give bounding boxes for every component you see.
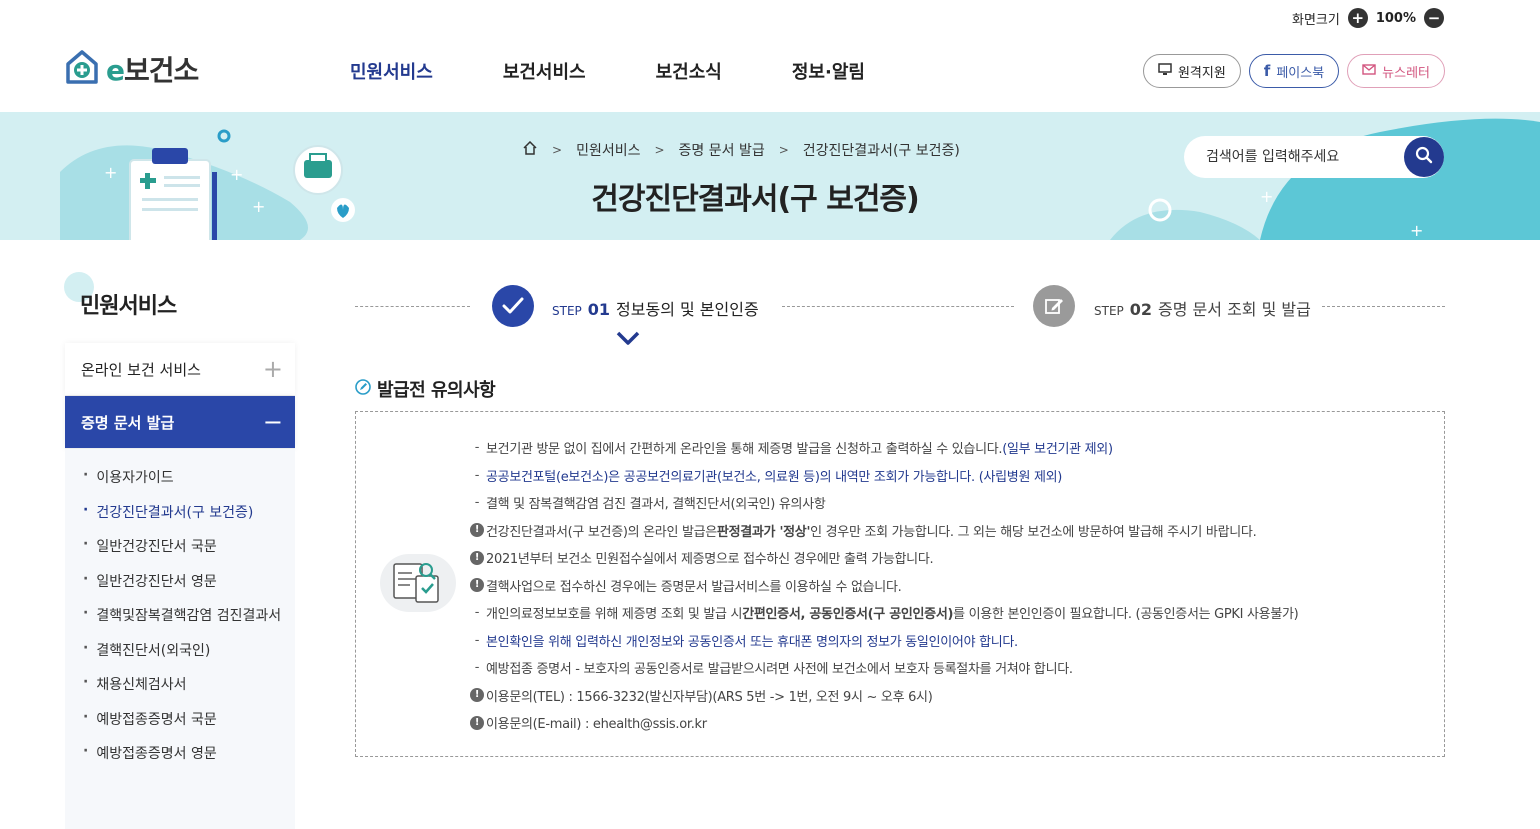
nav-item-news[interactable]: 보건소식 — [656, 58, 722, 84]
step-divider — [782, 306, 1014, 307]
pencil-icon — [355, 378, 371, 400]
zoom-out-button[interactable]: − — [1424, 8, 1444, 28]
sidebar-title: 민원서비스 — [80, 294, 177, 319]
mail-icon — [1362, 63, 1376, 79]
nav-item-civil-service[interactable]: 민원서비스 — [350, 58, 433, 84]
submenu-item-vaccination-kr[interactable]: 예방접종증명서 국문 — [83, 709, 295, 744]
facebook-label: 페이스북 — [1276, 65, 1325, 81]
document-search-icon — [380, 554, 456, 612]
submenu-item-vaccination-en[interactable]: 예방접종증명서 영문 — [83, 743, 295, 778]
search-icon — [1415, 146, 1433, 168]
submenu-item-health-certificate[interactable]: 건강진단결과서(구 보건증) — [83, 502, 295, 537]
zoom-value: 100% — [1375, 10, 1416, 26]
step-divider — [355, 306, 470, 307]
breadcrumb-item-civil-service[interactable]: 민원서비스 — [576, 140, 640, 160]
minus-icon: − — [262, 408, 283, 436]
submenu-item-user-guide[interactable]: 이용자가이드 — [83, 467, 295, 502]
notice-item: - 공공보건포털(e보건소)은 공공보건의료기관(보건소, 의료원 등)의 내역만… — [468, 462, 1428, 490]
notice-item: ! 이용문의(E-mail) : ehealth@ssis.or.kr — [468, 709, 1428, 737]
plus-icon: + — [262, 355, 283, 383]
newsletter-button[interactable]: 뉴스레터 — [1347, 54, 1445, 88]
dash-marker: - — [474, 632, 480, 648]
step-active-arrow-icon — [616, 330, 640, 349]
nav-item-health-service[interactable]: 보건서비스 — [503, 58, 586, 84]
dash-marker: - — [474, 605, 480, 621]
exclamation-icon: ! — [470, 578, 484, 593]
search-input[interactable] — [1206, 149, 1396, 165]
breadcrumb-item-certificates[interactable]: 증명 문서 발급 — [679, 140, 765, 160]
main-nav: 민원서비스 보건서비스 보건소식 정보·알림 — [350, 58, 865, 84]
sidebar-nav: 온라인 보건 서비스 + 증명 문서 발급 − 이용자가이드 건강진단결과서(구… — [65, 343, 295, 829]
submenu-item-general-kr[interactable]: 일반건강진단서 국문 — [83, 536, 295, 571]
exclamation-icon: ! — [470, 715, 484, 730]
dash-marker: - — [474, 467, 480, 483]
site-logo[interactable]: e보건소 — [64, 48, 199, 90]
dash-marker: - — [474, 440, 480, 456]
submenu-item-tb-result[interactable]: 결핵및잠복결핵감염 검진결과서 — [83, 605, 295, 640]
notice-item: - 결핵 및 잠복결핵감염 검진 결과서, 결핵진단서(외국인) 유의사항 — [468, 489, 1428, 517]
nav-item-info[interactable]: 정보·알림 — [792, 58, 865, 84]
notice-item: - 개인의료정보보호를 위해 제증명 조회 및 발급 시 간편인증서, 공동인증서… — [468, 599, 1428, 627]
notice-item: - 예방접종 증명서 - 보호자의 공동인증서로 발급받으시려면 사전에 보건소에… — [468, 654, 1428, 682]
newsletter-label: 뉴스레터 — [1382, 65, 1430, 81]
notice-title: 발급전 유의사항 — [355, 376, 496, 402]
chevron-right-icon: > — [654, 143, 665, 157]
notice-box: - 보건기관 방문 없이 집에서 간편하게 온라인을 통해 제증명 발급을 신청하… — [355, 411, 1445, 757]
notice-item: ! 2021년부터 보건소 민원접수실에서 제증명으로 접수하신 경우에만 출력 … — [468, 544, 1428, 572]
exclamation-icon: ! — [470, 688, 484, 703]
breadcrumb: > 민원서비스 > 증명 문서 발급 > 건강진단결과서(구 보건증) — [522, 140, 960, 160]
zoom-label: 화면크기 — [1291, 12, 1340, 28]
notice-item: - 보건기관 방문 없이 집에서 간편하게 온라인을 통해 제증명 발급을 신청하… — [468, 434, 1428, 462]
sidebar-submenu: 이용자가이드 건강진단결과서(구 보건증) 일반건강진단서 국문 일반건강진단서… — [65, 449, 295, 829]
notice-item: ! 결핵사업으로 접수하신 경우에는 증명문서 발급서비스를 이용하실 수 없습니… — [468, 572, 1428, 600]
step-1-label: STEP 01 정보동의 및 본인인증 — [552, 300, 759, 319]
logo-text: e보건소 — [106, 54, 199, 87]
sidebar-item-label: 온라인 보건 서비스 — [81, 360, 201, 379]
step-divider — [1322, 306, 1445, 307]
sidebar-item-label: 증명 문서 발급 — [81, 413, 175, 432]
sidebar-item-online-health[interactable]: 온라인 보건 서비스 + — [65, 343, 295, 396]
step-2-label: STEP 02 증명 문서 조회 및 발급 — [1094, 300, 1311, 319]
remote-support-button[interactable]: 원격지원 — [1142, 54, 1241, 88]
submenu-item-general-en[interactable]: 일반건강진단서 영문 — [83, 571, 295, 606]
page-title: 건강진단결과서(구 보건증) — [591, 182, 919, 217]
page-banner: + + + + + > 민원서비스 > 증명 문서 발급 > 건강진단결과서(구… — [0, 112, 1540, 240]
breadcrumb-item-current[interactable]: 건강진단결과서(구 보건증) — [803, 140, 960, 160]
dash-marker: - — [474, 495, 480, 511]
zoom-control: 화면크기 + 100% − — [1292, 8, 1444, 28]
header-buttons: 원격지원 f 페이스북 뉴스레터 — [1142, 54, 1445, 88]
chevron-right-icon: > — [552, 143, 563, 157]
search-button[interactable] — [1404, 137, 1444, 177]
svg-text:+: + — [1410, 221, 1423, 240]
facebook-icon: f — [1263, 62, 1271, 80]
home-icon[interactable] — [522, 140, 538, 159]
facebook-button[interactable]: f 페이스북 — [1248, 54, 1340, 88]
search-box — [1184, 136, 1444, 178]
sidebar-item-certificates[interactable]: 증명 문서 발급 − — [65, 396, 295, 449]
notice-item: ! 건강진단결과서(구 보건증)의 온라인 발급은 판정결과가 '정상' 인 경우만… — [468, 517, 1428, 545]
house-plus-icon — [64, 48, 100, 90]
exclamation-icon: ! — [470, 550, 484, 565]
dash-marker: - — [474, 660, 480, 676]
step-2-edit-icon — [1033, 285, 1075, 327]
exclamation-icon: ! — [470, 523, 484, 538]
zoom-in-button[interactable]: + — [1347, 8, 1368, 28]
notice-item: - 본인확인을 위해 입력하신 개인정보와 공동인증서 또는 휴대폰 명의자의 정… — [468, 627, 1428, 655]
remote-support-label: 원격지원 — [1177, 65, 1226, 81]
notice-item: ! 이용문의(TEL) : 1566-3232(발신자부담)(ARS 5번 -> … — [468, 682, 1428, 710]
chevron-right-icon: > — [778, 143, 789, 157]
monitor-icon — [1158, 62, 1172, 80]
submenu-item-tb-foreigner[interactable]: 결핵진단서(외국인) — [83, 640, 295, 675]
submenu-item-employment-exam[interactable]: 채용신체검사서 — [83, 674, 295, 709]
notice-list: - 보건기관 방문 없이 집에서 간편하게 온라인을 통해 제증명 발급을 신청하… — [468, 434, 1428, 737]
step-1-check-icon — [492, 285, 534, 327]
